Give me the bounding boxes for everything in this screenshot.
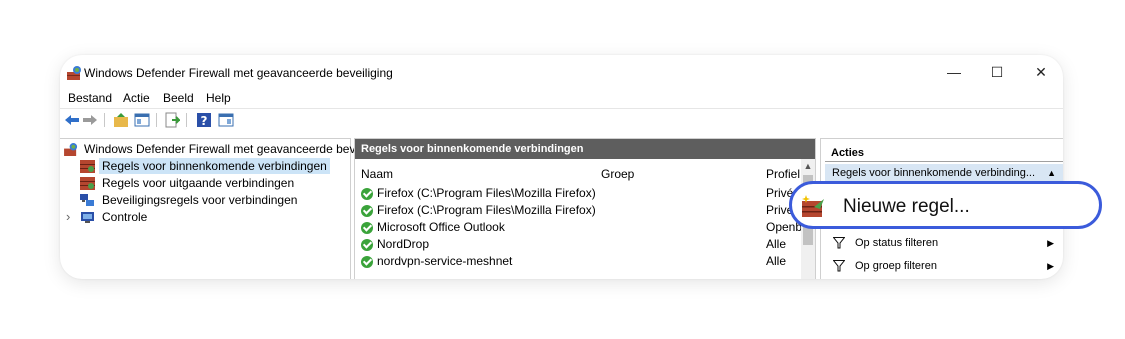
firewall-rule-icon [80,160,95,173]
window-title: Windows Defender Firewall met geavanceer… [84,66,393,80]
expand-chevron-icon[interactable]: › [66,209,70,225]
enabled-check-icon [361,256,373,268]
action-label: Op status filteren [855,237,939,249]
enabled-check-icon [361,205,373,217]
computers-icon [80,194,94,206]
table-row[interactable]: Firefox (C:\Program Files\Mozilla Firefo… [361,185,799,202]
rules-pane-header: Regels voor binnenkomende verbindingen [355,139,815,159]
filter-icon [833,237,845,249]
table-row[interactable]: nordvpn-service-meshnet Alle [361,253,799,270]
rule-name: NordDrop [377,237,430,251]
new-rule-label: Nieuwe regel... [843,196,970,217]
firewall-rule-icon [80,177,95,190]
rule-name: nordvpn-service-meshnet [377,254,513,268]
firewall-app-icon [64,143,78,156]
column-header-group[interactable]: Groep [601,167,634,181]
tree-item-label: Regels voor uitgaande verbindingen [102,176,295,190]
enabled-check-icon [361,239,373,251]
actions-header: Acties [825,143,1063,162]
toolbar: ? [60,108,1063,131]
tree-root-label: Windows Defender Firewall met geavanceer… [84,142,371,156]
firewall-window: Windows Defender Firewall met geavanceer… [60,55,1063,279]
action-filter-status[interactable]: Op status filteren ▶ [825,233,1063,253]
table-row[interactable]: Firefox (C:\Program Files\Mozilla Firefo… [361,202,799,219]
minimize-button[interactable]: — [934,61,974,83]
scroll-up-arrow-icon[interactable]: ▲ [801,161,815,171]
forward-arrow-icon[interactable] [82,112,98,128]
enabled-check-icon [361,222,373,234]
rules-pane: Regels voor binnenkomende verbindingen N… [354,138,816,279]
actions-subheader-label: Regels voor binnenkomende verbinding... [832,167,1036,179]
close-button[interactable]: ✕ [1021,61,1061,83]
column-header-profile[interactable]: Profiel [766,167,800,181]
toolbar-separator [156,113,157,127]
rule-profile: Alle [766,254,787,268]
table-row[interactable]: NordDrop Alle [361,236,799,253]
title-bar: Windows Defender Firewall met geavanceer… [60,55,1063,89]
column-header-name[interactable]: Naam [361,167,393,181]
menu-bestand[interactable]: Bestand [68,91,112,105]
back-arrow-icon[interactable] [64,112,80,128]
rule-profile: Alle [766,237,787,251]
show-hide-action-pane-icon[interactable] [218,112,234,128]
filter-icon [833,260,845,272]
rule-name: Firefox (C:\Program Files\Mozilla Firefo… [377,186,596,200]
help-icon[interactable]: ? [196,112,212,128]
new-rule-icon [802,195,824,217]
tree-item-label: Beveiligingsregels voor verbindingen [102,193,298,207]
tree-item-label: Controle [102,210,148,224]
svg-text:?: ? [201,114,208,128]
action-label: Op groep filteren [855,260,937,272]
navigation-tree: Windows Defender Firewall met geavanceer… [60,138,370,279]
menu-beeld[interactable]: Beeld [163,91,194,105]
submenu-arrow-icon: ▶ [1047,238,1054,248]
maximize-button[interactable]: ☐ [977,61,1017,83]
tree-item-label: Regels voor binnenkomende verbindingen [99,158,330,174]
rule-name: Firefox (C:\Program Files\Mozilla Firefo… [377,203,596,217]
show-hide-tree-icon[interactable] [134,112,150,128]
new-rule-action[interactable]: Nieuwe regel... [789,181,1102,229]
action-filter-group[interactable]: Op groep filteren ▶ [825,256,1063,276]
toolbar-separator [186,113,187,127]
rule-name: Microsoft Office Outlook [377,220,505,234]
submenu-arrow-icon: ▶ [1047,261,1054,271]
table-row[interactable]: Microsoft Office Outlook Openb [361,219,802,236]
up-folder-icon[interactable] [113,112,129,128]
export-list-icon[interactable] [164,112,180,128]
menu-actie[interactable]: Actie [123,91,150,105]
menu-bar: Bestand Actie Beeld Help [60,90,1063,107]
firewall-app-icon [67,66,81,80]
monitor-icon [81,212,94,223]
menu-help[interactable]: Help [206,91,231,105]
enabled-check-icon [361,188,373,200]
toolbar-separator [104,113,105,127]
